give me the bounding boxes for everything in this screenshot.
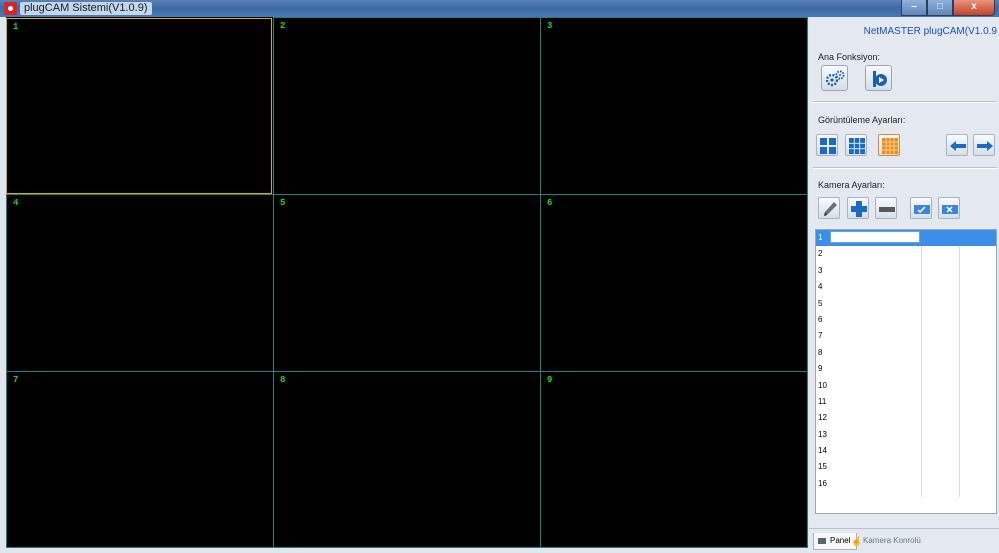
row-number: 4 [818, 282, 823, 292]
maximize-button[interactable]: □ [927, 0, 953, 16]
layout-16-icon [882, 138, 898, 154]
minus-remove-icon [879, 207, 895, 212]
close-button[interactable]: x [953, 0, 995, 16]
next-page-button[interactable] [973, 134, 995, 156]
list-item[interactable]: 3 [816, 263, 996, 279]
divider [813, 167, 997, 169]
list-item[interactable]: 15 [816, 459, 996, 475]
row-number: 2 [818, 249, 823, 259]
layout-4-icon [820, 138, 836, 154]
layout-9-button[interactable] [845, 134, 867, 156]
camera-cell-8[interactable]: 8 [273, 371, 541, 548]
list-item[interactable]: 6 [816, 312, 996, 328]
connect-camera-button[interactable] [910, 197, 932, 219]
control-panel: NetMASTER plugCAM(V1.0.9 Ana Fonksiyon: … [809, 17, 999, 553]
row-number: 8 [818, 347, 823, 357]
plus-add-icon [851, 201, 867, 217]
minimize-button[interactable]: – [901, 0, 927, 16]
row-number: 13 [818, 429, 827, 439]
row-number: 15 [818, 462, 827, 472]
pencil-edit-icon [824, 202, 837, 216]
row-number: 1 [818, 233, 823, 242]
camera-cell-5[interactable]: 5 [273, 194, 541, 372]
playback-button[interactable] [865, 65, 892, 91]
add-camera-button[interactable] [847, 197, 869, 219]
list-item[interactable]: 4 [816, 279, 996, 295]
main-function-title: Ana Fonksiyon: [818, 52, 881, 62]
row-number: 11 [818, 396, 827, 406]
panel-icon [818, 537, 826, 544]
camera-connect-icon [914, 205, 930, 214]
camera-cell-4[interactable]: 4 [6, 194, 274, 372]
arrow-left-icon [950, 141, 966, 151]
window-controls: – □ x [901, 0, 995, 16]
camera-cell-3[interactable]: 3 [540, 17, 808, 195]
list-item[interactable]: 13 [816, 427, 996, 443]
row-number: 5 [818, 298, 823, 308]
camera-cell-number: 6 [547, 198, 553, 208]
row-number: 3 [818, 265, 823, 275]
camera-cell-7[interactable]: 7 [6, 371, 274, 548]
panel-tabs: Panel ☝Kamera Konrolü [809, 528, 999, 553]
divider [813, 101, 997, 103]
row-number: 7 [818, 331, 823, 341]
view-settings-title: Görüntüleme Ayarları: [818, 115, 906, 125]
list-item[interactable]: 14 [816, 443, 996, 459]
layout-9-icon [849, 138, 865, 154]
list-item[interactable]: 1 [816, 230, 996, 247]
camera-cell-9[interactable]: 9 [540, 371, 808, 548]
tab-label: Panel [830, 536, 851, 545]
camera-cell-number: 1 [13, 22, 19, 32]
row-number: 14 [818, 446, 827, 456]
camera-cell-number: 7 [13, 375, 19, 385]
camera-cell-number: 5 [280, 198, 286, 208]
row-number: 12 [818, 413, 827, 423]
layout-4-button[interactable] [816, 134, 838, 156]
camera-cell-number: 4 [13, 198, 19, 208]
tab-camera-control[interactable]: ☝Kamera Konrolü [851, 533, 921, 549]
window-title: plugCAM Sistemi(V1.0.9) [20, 2, 152, 15]
row-number: 10 [818, 380, 827, 390]
list-item[interactable]: 7 [816, 328, 996, 344]
list-item[interactable]: 10 [816, 378, 996, 394]
camera-cell-2[interactable]: 2 [273, 17, 541, 195]
title-bar: plugCAM Sistemi(V1.0.9) – □ x [0, 0, 999, 17]
camera-cell-number: 2 [280, 21, 286, 31]
hand-pointer-icon: ☝ [851, 535, 863, 546]
layout-16-button[interactable] [878, 134, 900, 156]
list-item[interactable]: 12 [816, 410, 996, 426]
camera-settings-title: Kamera Ayarları: [818, 180, 885, 190]
camera-cell-number: 9 [547, 375, 553, 385]
playback-icon [873, 71, 887, 87]
row-number: 16 [818, 478, 827, 488]
previous-page-button[interactable] [946, 134, 968, 156]
camera-cell-6[interactable]: 6 [540, 194, 808, 372]
tab-label: Kamera Konrolü [863, 536, 921, 545]
row-number: 9 [818, 364, 823, 374]
camera-list[interactable]: 1 2 3 4 5 6 7 8 9 10 11 12 13 14 15 16 [815, 229, 997, 514]
list-item[interactable]: 9 [816, 361, 996, 377]
edit-camera-button[interactable] [818, 197, 840, 219]
list-item[interactable]: 11 [816, 394, 996, 410]
camera-name-input[interactable] [830, 231, 920, 243]
list-item[interactable]: 8 [816, 345, 996, 361]
settings-gears-icon [825, 70, 845, 87]
camera-cell-number: 8 [280, 375, 286, 385]
brand-label: NetMASTER plugCAM(V1.0.9 [863, 26, 997, 37]
list-item[interactable]: 16 [816, 476, 996, 492]
arrow-right-icon [977, 141, 993, 151]
camera-disconnect-icon [942, 205, 958, 214]
camera-cell-number: 3 [547, 21, 553, 31]
list-item[interactable]: 2 [816, 246, 996, 262]
app-icon [4, 2, 17, 15]
settings-button[interactable] [821, 65, 848, 91]
camera-cell-1[interactable]: 1 [6, 18, 272, 194]
remove-camera-button[interactable] [875, 197, 897, 219]
list-item[interactable]: 5 [816, 296, 996, 312]
row-number: 6 [818, 314, 823, 324]
disconnect-camera-button[interactable] [938, 197, 960, 219]
camera-grid: 1 2 3 4 5 6 7 8 9 [6, 17, 808, 548]
